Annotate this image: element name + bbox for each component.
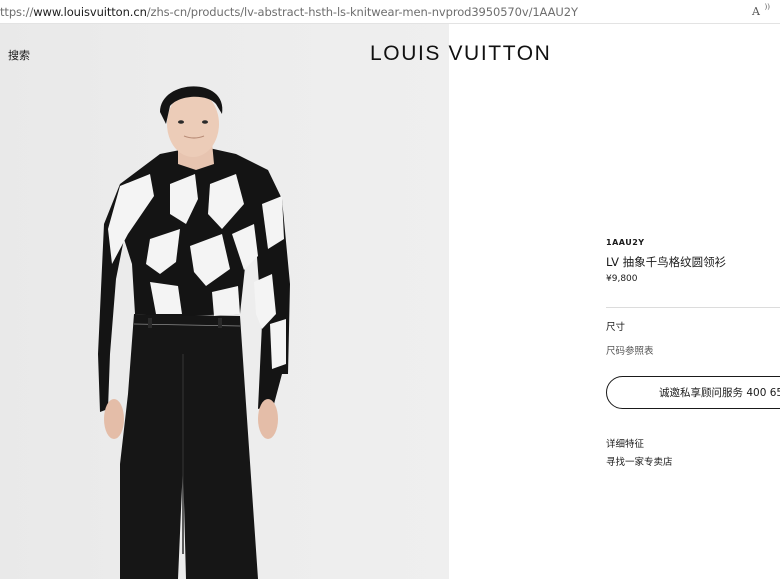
contact-advisor-button[interactable]: 诚邀私享顾问服务 400 6588 [606, 376, 780, 409]
brand-logo[interactable]: LOUIS VUITTON [370, 42, 551, 66]
details-link[interactable]: 详细特征 [606, 436, 644, 450]
find-store-link[interactable]: 寻找一家专卖店 [606, 454, 673, 468]
reader-mode-icon[interactable]: A)) [752, 2, 770, 19]
search-link[interactable]: 搜索 [8, 47, 30, 63]
size-label: 尺寸 [606, 322, 626, 333]
reader-mode-glyph: A [752, 4, 760, 18]
url-text[interactable]: ttps://www.louisvuitton.cn/zhs-cn/produc… [0, 5, 578, 19]
url-path: /zhs-cn/products/lv-abstract-hsth-ls-kni… [146, 4, 578, 19]
browser-address-bar[interactable]: ttps://www.louisvuitton.cn/zhs-cn/produc… [0, 0, 780, 24]
product-price: ¥9,800 [606, 274, 638, 284]
url-host: www.louisvuitton.cn [33, 4, 147, 19]
product-photo [0, 24, 449, 579]
model-illustration [98, 86, 290, 579]
url-prefix: ttps:// [0, 4, 34, 19]
size-guide-link[interactable]: 尺码参照表 [606, 343, 654, 357]
divider [606, 307, 780, 308]
product-name: LV 抽象千鸟格纹圆领衫 [606, 255, 727, 269]
product-sku: 1AAU2Y [606, 238, 645, 247]
reader-mode-sound: )) [764, 2, 770, 11]
